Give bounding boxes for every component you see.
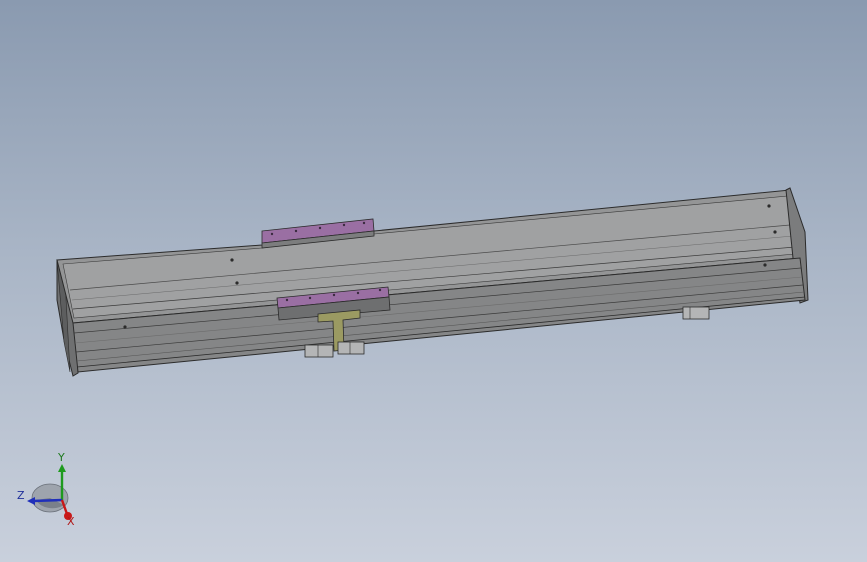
view-triad[interactable] <box>27 464 72 520</box>
sensor-block-left[interactable] <box>304 344 334 358</box>
y-axis-label: Y <box>58 451 65 464</box>
screw-hole <box>230 258 234 262</box>
screw-hole <box>767 204 771 208</box>
plate-screw <box>356 291 360 295</box>
plate-screw <box>308 296 312 300</box>
plate-screw <box>378 288 382 292</box>
y-axis-head <box>58 464 66 472</box>
screw-hole <box>773 230 777 234</box>
x-axis-label: X <box>67 515 75 528</box>
graphics-viewport[interactable]: Y Z X <box>0 0 867 562</box>
plate-screw <box>270 232 274 236</box>
screw-hole <box>123 325 127 329</box>
plate-screw <box>318 226 322 230</box>
plate-screw <box>342 223 346 227</box>
plate-screw <box>294 229 298 233</box>
plate-screw <box>362 221 366 225</box>
sensor-block-right[interactable] <box>337 341 365 355</box>
linear-module-model[interactable] <box>0 0 867 562</box>
plate-screw <box>285 298 289 302</box>
limit-switch-block[interactable] <box>682 306 710 320</box>
z-axis-head <box>27 497 35 505</box>
screw-hole <box>235 281 239 285</box>
plate-screw <box>332 293 336 297</box>
screw-hole <box>763 263 767 267</box>
z-axis-label: Z <box>17 489 25 502</box>
z-axis-arrow <box>32 498 63 503</box>
